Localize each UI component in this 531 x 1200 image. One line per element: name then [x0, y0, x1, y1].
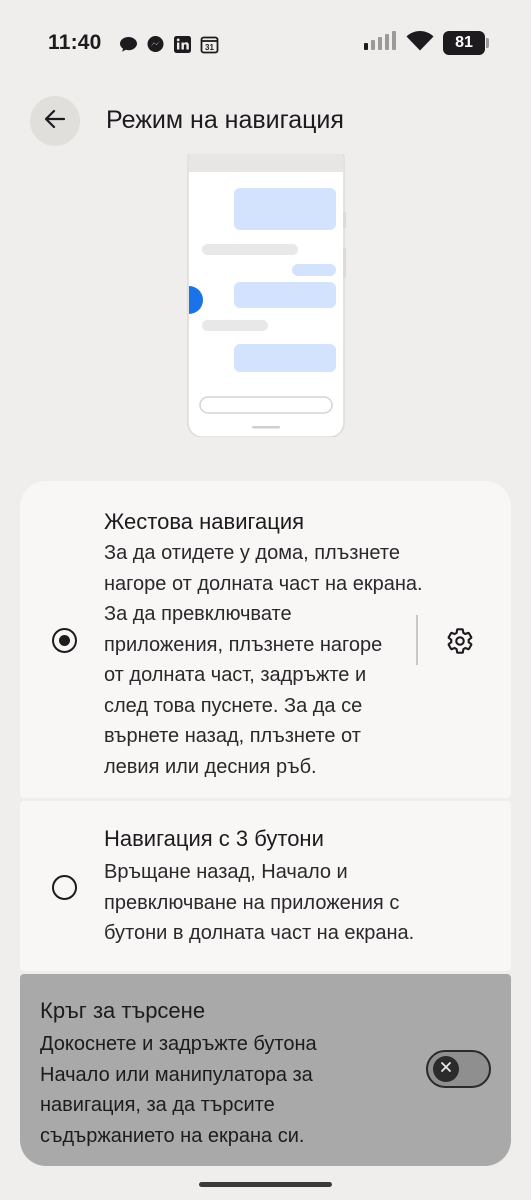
- toggle-thumb: [433, 1056, 459, 1082]
- calendar-day: 31: [205, 43, 214, 52]
- status-right: 81: [363, 30, 489, 56]
- circle-to-search-setting[interactable]: Кръг за търсене Докоснете и задръжте бут…: [20, 974, 511, 1166]
- description-line: левия или десния ръб.: [104, 755, 317, 778]
- gear-icon[interactable]: [446, 627, 474, 655]
- battery-indicator: 81: [443, 31, 489, 55]
- gesture-navigation-radio[interactable]: [52, 628, 77, 653]
- three-button-navigation-title: Навигация с 3 бутони: [104, 826, 324, 851]
- description-line: нагоре от долната част на екрана.: [104, 572, 423, 595]
- description-line: след това пуснете. За да се: [104, 694, 363, 717]
- circle-to-search-title: Кръг за търсене: [40, 998, 206, 1023]
- description-line: Връщане назад, Начало и: [104, 861, 348, 883]
- messenger-icon: [145, 34, 166, 55]
- wifi-icon: [406, 30, 434, 56]
- battery-level: 81: [455, 34, 473, 51]
- circle-to-search-toggle[interactable]: [426, 1050, 491, 1088]
- description-line: навигация, за да търсите: [40, 1094, 275, 1116]
- description-line: превключване на приложения с: [104, 891, 400, 914]
- close-icon: [440, 1060, 452, 1078]
- status-bar: 11:40 31 81: [0, 0, 531, 86]
- description-line: съдържанието на екрана си.: [40, 1124, 305, 1147]
- gesture-navigation-illustration: [186, 143, 346, 438]
- notification-icons: 31: [118, 34, 220, 55]
- gesture-navigation-option[interactable]: Жестова навигация За да отидете у дома, …: [20, 481, 511, 798]
- description-line: За да отидете у дома, плъзнете: [104, 542, 400, 564]
- gesture-navigation-title: Жестова навигация: [104, 509, 305, 534]
- description-line: от долната част, задръжте и: [104, 664, 367, 686]
- arrow-left-icon: [44, 109, 66, 134]
- page-title: Режим на навигация: [106, 106, 344, 134]
- settings-divider: [416, 615, 418, 665]
- three-button-navigation-radio[interactable]: [52, 875, 77, 900]
- home-indicator[interactable]: [199, 1182, 332, 1187]
- chat-bubble-icon: [118, 34, 139, 55]
- linkedin-icon: [172, 34, 193, 55]
- three-button-navigation-option[interactable]: Навигация с 3 бутони Връщане назад, Нача…: [20, 801, 511, 971]
- description-line: бутони в долната част на екрана.: [104, 922, 415, 944]
- radio-selected-dot: [59, 635, 70, 646]
- description-line: Докоснете и задръжте бутона: [40, 1033, 317, 1055]
- description-line: Начало или манипулатора за: [40, 1063, 313, 1086]
- status-time: 11:40: [48, 31, 102, 54]
- circle-to-search-description: Докоснете и задръжте бутона Начало или м…: [40, 1029, 390, 1151]
- three-button-navigation-description: Връщане назад, Начало и превключване на …: [104, 857, 474, 949]
- description-line: приложения, плъзнете нагоре: [104, 633, 383, 656]
- description-line: върнете назад, плъзнете от: [104, 725, 361, 747]
- gesture-navigation-description: За да отидете у дома, плъзнете нагоре от…: [104, 538, 474, 782]
- back-button[interactable]: [30, 96, 80, 146]
- calendar-icon: 31: [199, 34, 220, 55]
- description-line: За да превключвате: [104, 603, 292, 625]
- signal-icon: [363, 30, 397, 56]
